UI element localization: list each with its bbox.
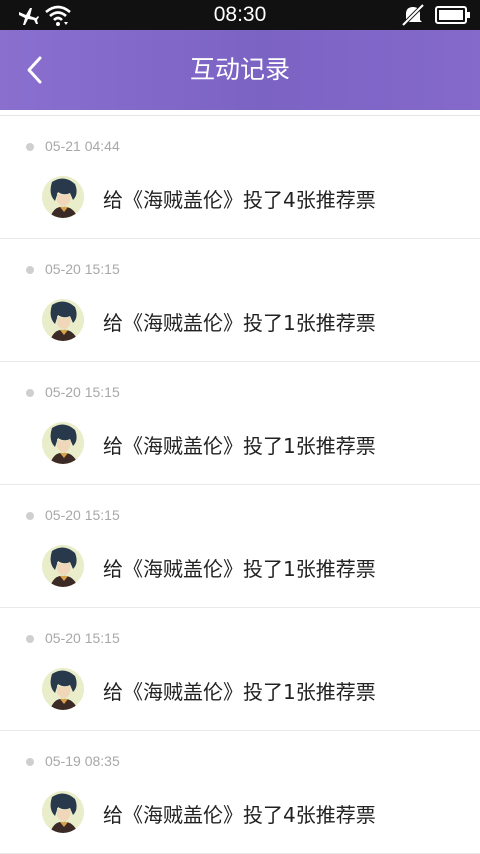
battery-icon	[435, 6, 470, 24]
timeline-dot	[26, 389, 34, 397]
record-text: 给《海贼盖伦》投了4张推荐票	[103, 803, 376, 827]
record-time: 05-19 08:35	[45, 753, 120, 769]
timeline-dot	[26, 143, 34, 151]
record-text: 给《海贼盖伦》投了1张推荐票	[103, 434, 376, 458]
list-item[interactable]: 05-19 08:35 给《海贼盖伦》投了4张推荐票	[0, 731, 480, 854]
record-time: 05-20 15:15	[45, 261, 120, 277]
avatar[interactable]	[42, 545, 84, 587]
record-text: 给《海贼盖伦》投了1张推荐票	[103, 311, 376, 335]
timeline-dot	[26, 635, 34, 643]
timeline-dot	[26, 512, 34, 520]
page-title: 互动记录	[189, 55, 290, 84]
avatar[interactable]	[42, 668, 84, 710]
record-time: 05-20 15:15	[45, 630, 120, 646]
list-item[interactable]: 05-20 15:15 给《海贼盖伦》投了1张推荐票	[0, 362, 480, 485]
timeline-dot	[26, 266, 34, 274]
record-time: 05-20 15:15	[45, 507, 120, 523]
list-item[interactable]: 05-21 04:44 给《海贼盖伦》投了4张推荐票	[0, 116, 480, 239]
list-item[interactable]: 05-20 15:15 给《海贼盖伦》投了1张推荐票	[0, 239, 480, 362]
record-list[interactable]: 05-21 04:44 给《海贼盖伦》投了4张推荐票 05-20 15:15 给…	[0, 116, 480, 854]
avatar[interactable]	[42, 176, 84, 218]
list-item[interactable]: 05-20 15:15 给《海贼盖伦》投了1张推荐票	[0, 485, 480, 608]
nav-bar: 互动记录	[0, 30, 480, 110]
record-text: 给《海贼盖伦》投了1张推荐票	[103, 680, 376, 704]
timeline-dot	[26, 758, 34, 766]
status-bar: 08:30	[0, 0, 480, 30]
record-text: 给《海贼盖伦》投了4张推荐票	[103, 188, 376, 212]
mute-icon	[401, 3, 425, 27]
record-time: 05-20 15:15	[45, 384, 120, 400]
avatar[interactable]	[42, 299, 84, 341]
record-time: 05-21 04:44	[45, 138, 120, 154]
avatar[interactable]	[42, 422, 84, 464]
avatar[interactable]	[42, 791, 84, 833]
list-item[interactable]: 05-20 15:15 给《海贼盖伦》投了1张推荐票	[0, 608, 480, 731]
record-text: 给《海贼盖伦》投了1张推荐票	[103, 557, 376, 581]
